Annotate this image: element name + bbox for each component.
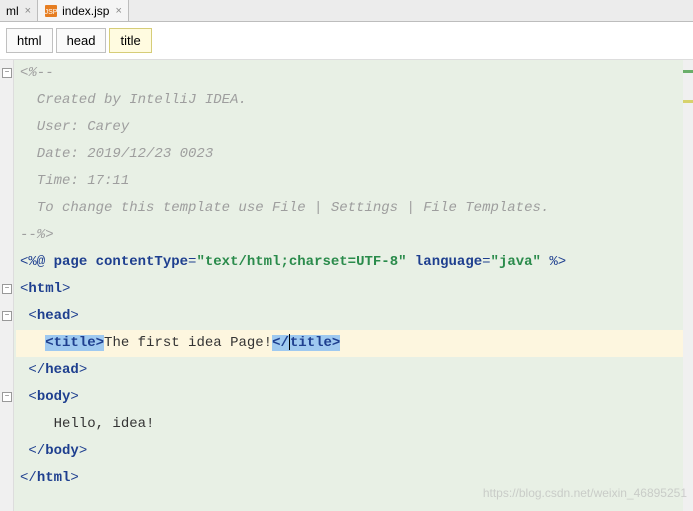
fold-icon[interactable]: − (2, 68, 12, 78)
breadcrumb: html head title (0, 22, 693, 60)
crumb-head[interactable]: head (56, 28, 107, 53)
code-text: head (37, 308, 71, 324)
code-text: text/html;charset=UTF-8 (205, 254, 398, 270)
code-text: page (54, 254, 88, 270)
file-tabs: ml × JSP index.jsp × (0, 0, 693, 22)
code-text: language (415, 254, 482, 270)
code-editor[interactable]: − − − − <%-- Created by IntelliJ IDEA. U… (0, 60, 693, 511)
code-text: User: Carey (20, 119, 129, 135)
highlight-close-tag: </title> (272, 335, 340, 351)
code-text: The first idea Page! (104, 335, 272, 351)
code-text: Created by IntelliJ IDEA. (20, 92, 247, 108)
highlight-open-tag: <title> (45, 335, 104, 351)
code-text: --%> (20, 227, 54, 243)
tab-label: index.jsp (62, 4, 109, 18)
code-text: Hello, idea! (20, 416, 154, 432)
code-text: body (37, 389, 71, 405)
fold-icon[interactable]: − (2, 284, 12, 294)
code-area[interactable]: <%-- Created by IntelliJ IDEA. User: Car… (0, 60, 693, 492)
gutter: − − − − (0, 60, 14, 511)
tab-label: ml (6, 4, 19, 18)
code-text: head (45, 362, 79, 378)
fold-icon[interactable]: − (2, 311, 12, 321)
code-text: java (499, 254, 533, 270)
file-tab[interactable]: JSP index.jsp × (38, 0, 129, 21)
code-text: Time: 17:11 (20, 173, 129, 189)
crumb-title[interactable]: title (109, 28, 151, 53)
close-icon[interactable]: × (115, 5, 121, 17)
code-text: html (28, 281, 62, 297)
file-tab[interactable]: ml × (0, 0, 38, 21)
crumb-html[interactable]: html (6, 28, 53, 53)
code-text: <%@ (20, 254, 54, 270)
code-text: To change this template use File | Setti… (20, 200, 549, 216)
code-text: <%-- (20, 65, 54, 81)
code-text: body (45, 443, 79, 459)
marker-strip (683, 60, 693, 511)
code-text: Date: 2019/12/23 0023 (20, 146, 213, 162)
code-text: contentType (96, 254, 188, 270)
close-icon[interactable]: × (25, 5, 31, 17)
code-text: html (37, 470, 71, 486)
fold-icon[interactable]: − (2, 392, 12, 402)
jsp-file-icon: JSP (44, 4, 58, 18)
svg-text:JSP: JSP (45, 9, 58, 16)
